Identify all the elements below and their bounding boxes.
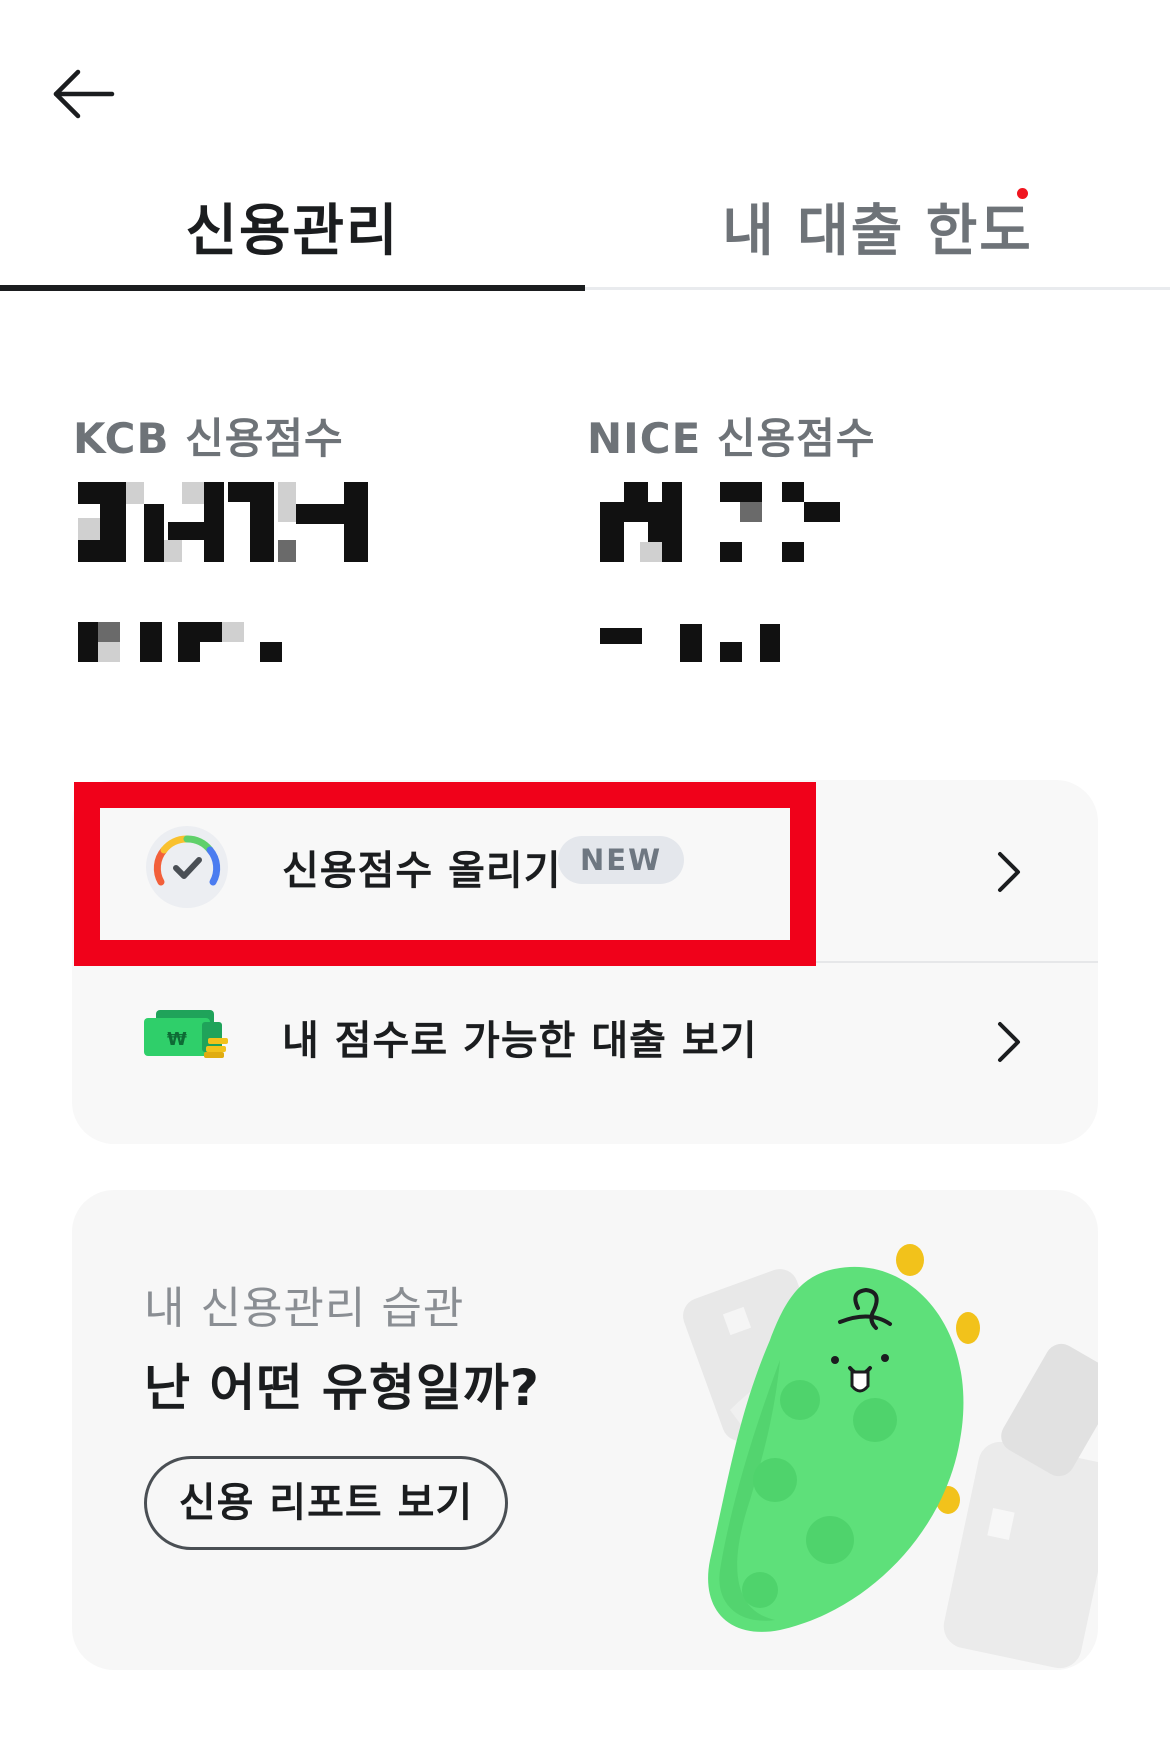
- back-button[interactable]: [48, 58, 120, 130]
- tab-loan-limit[interactable]: 내 대출 한도: [585, 160, 1170, 292]
- tab-label: 내 대출 한도: [722, 198, 1033, 264]
- chevron-right-icon: [998, 1022, 1020, 1062]
- mascot-illustration: [683, 1244, 1098, 1669]
- kcb-score-label: KCB 신용점수: [73, 414, 344, 463]
- chevron-right-icon: [998, 852, 1020, 892]
- notification-dot: [1017, 188, 1028, 199]
- credit-report-card: 내 신용관리 습관 난 어떤 유형일까? 신용 리포트 보기: [72, 1190, 1098, 1670]
- available-loans-item[interactable]: ₩ 내 점수로 가능한 대출 보기: [72, 956, 1098, 1126]
- credit-management-screen: 신용관리 내 대출 한도 KCB 신용점수 NICE 신용점수 신용점수 올리기…: [0, 0, 1170, 1762]
- arrow-left-icon: [53, 69, 115, 119]
- active-tab-indicator: [0, 285, 585, 291]
- money-stack-icon: ₩: [144, 1010, 228, 1058]
- kcb-score-value-obscured: [78, 482, 368, 662]
- menu-item-label: 내 점수로 가능한 대출 보기: [282, 1018, 758, 1064]
- report-title: 난 어떤 유형일까?: [144, 1359, 540, 1417]
- highlight-annotation: [74, 782, 816, 966]
- svg-text:₩: ₩: [167, 1029, 187, 1050]
- tab-credit-management[interactable]: 신용관리: [0, 160, 585, 292]
- report-subtitle: 내 신용관리 습관: [144, 1283, 465, 1334]
- nice-score-label: NICE 신용점수: [587, 414, 876, 463]
- tab-label: 신용관리: [185, 198, 400, 264]
- tab-bar: 신용관리 내 대출 한도: [0, 160, 1170, 292]
- nice-score-value-obscured: [600, 482, 840, 662]
- view-credit-report-button[interactable]: 신용 리포트 보기: [144, 1456, 508, 1550]
